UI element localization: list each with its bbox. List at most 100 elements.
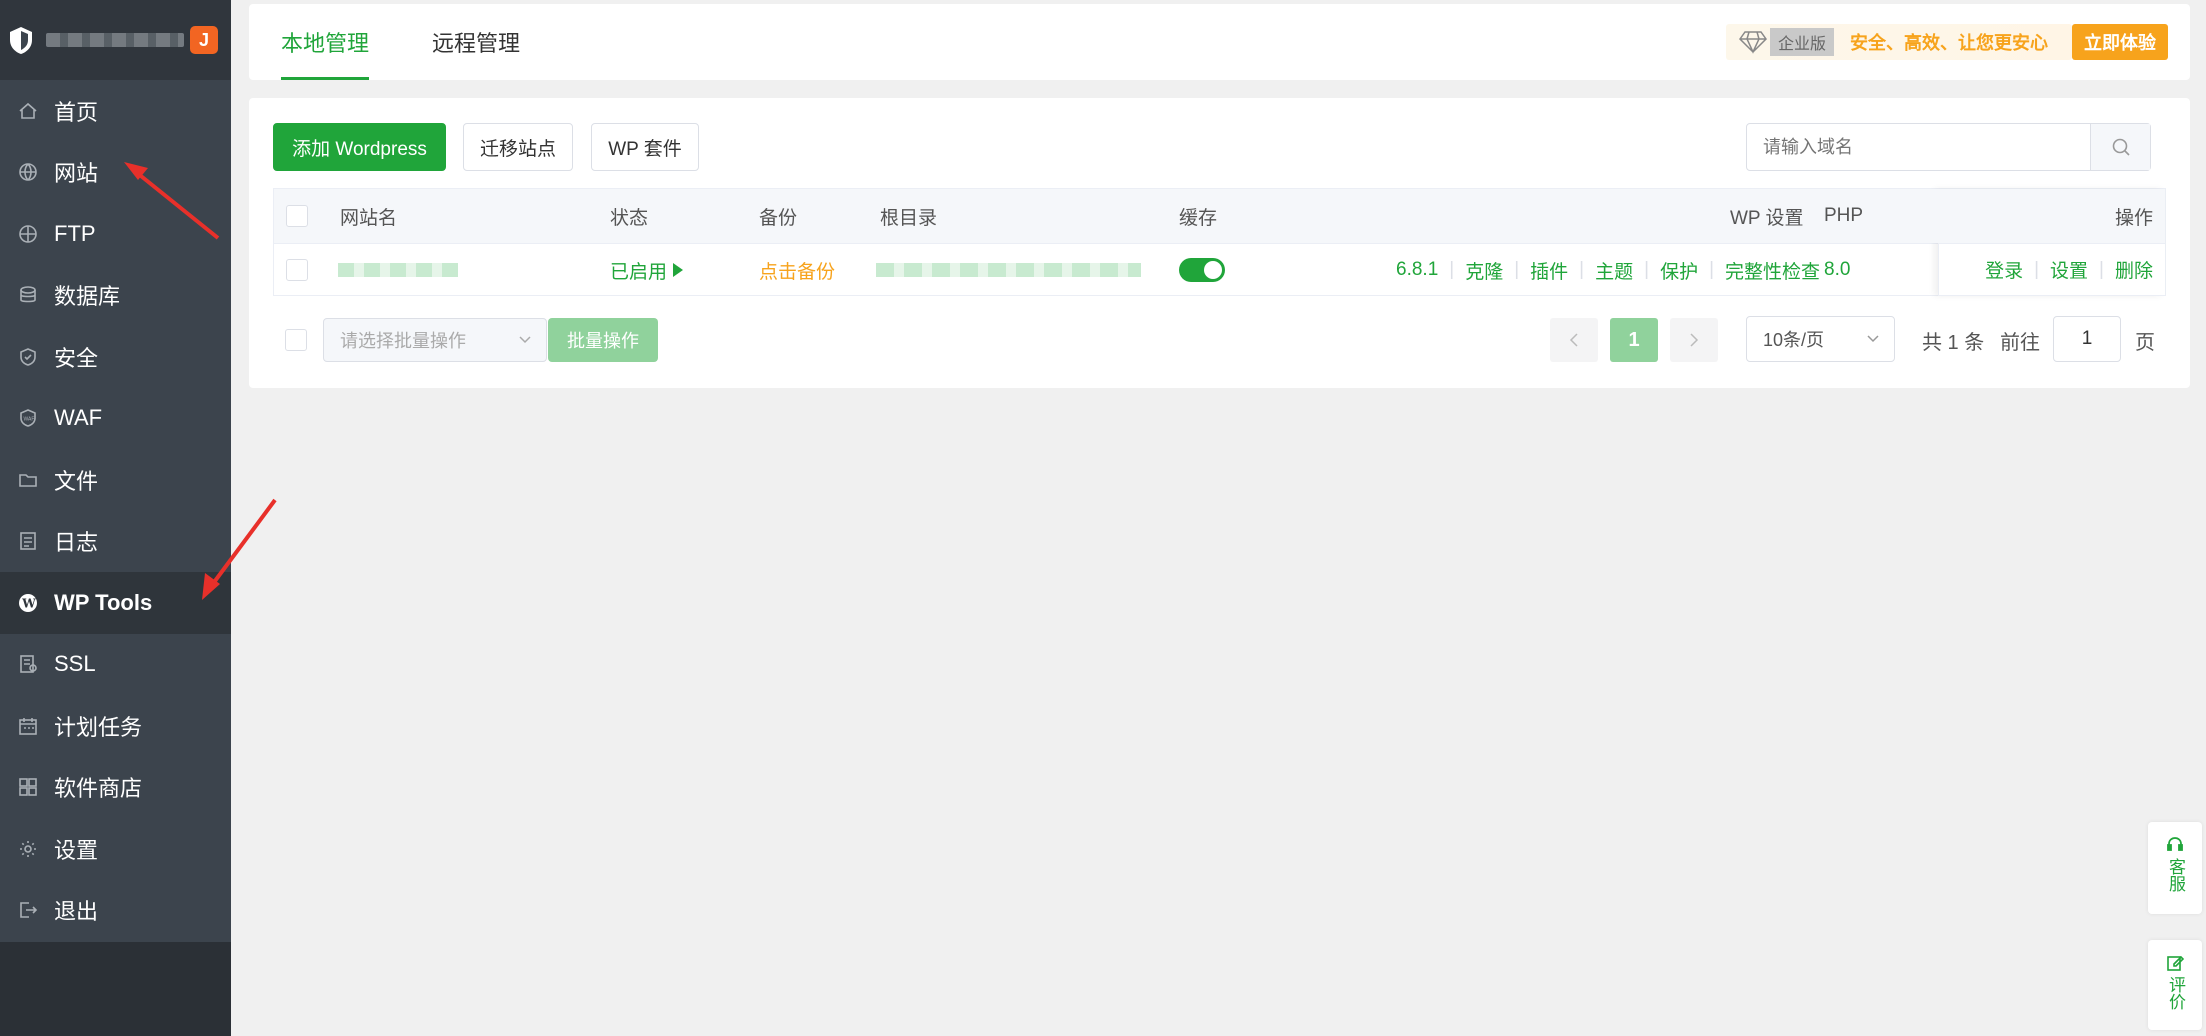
sidebar-item-label: WAF <box>54 405 103 431</box>
select-all-cell <box>286 189 308 243</box>
enterprise-badge: 企业版 <box>1769 28 1834 56</box>
operations-column: 操作 登录 | 设置 | 删除 <box>1927 189 2165 296</box>
sidebar-item-files[interactable]: 文件 <box>0 449 231 511</box>
themes-link[interactable]: 主题 <box>1595 257 1633 284</box>
root-path-blurred[interactable] <box>876 263 1141 277</box>
integrity-check-link[interactable]: 完整性检查 <box>1725 257 1820 284</box>
status-text[interactable]: 已启用 <box>610 257 667 284</box>
server-name-blurred <box>46 33 184 47</box>
search-button[interactable] <box>2090 124 2150 170</box>
page-unit: 页 <box>2135 331 2155 354</box>
sidebar-item-ftp[interactable]: FTP <box>0 203 231 265</box>
plugins-link[interactable]: 插件 <box>1530 257 1568 284</box>
version-badge[interactable]: J <box>190 26 218 54</box>
site-name-blurred[interactable] <box>338 263 458 277</box>
goto-page-input[interactable]: 1 <box>2053 316 2121 362</box>
php-version[interactable]: 8.0 <box>1824 244 1850 296</box>
col-site-name[interactable]: 网站名 <box>340 189 397 243</box>
sidebar-item-database[interactable]: 数据库 <box>0 265 231 327</box>
tab-local-management[interactable]: 本地管理 <box>281 4 370 80</box>
domain-search <box>1746 123 2151 171</box>
service-label: 客服 <box>2166 858 2185 892</box>
footer-select-checkbox[interactable] <box>285 329 307 351</box>
edit-icon <box>2167 955 2184 971</box>
log-icon <box>18 531 38 551</box>
folder-icon <box>18 470 38 490</box>
sidebar-item-wp-tools[interactable]: W WP Tools <box>0 572 231 634</box>
chevron-down-icon <box>519 336 531 344</box>
search-input[interactable] <box>1747 124 2090 170</box>
enterprise-promo: 企业版 安全、高效、让您更安心 立即体验 <box>1725 24 2168 60</box>
delete-link[interactable]: 删除 <box>2115 256 2153 283</box>
search-icon <box>2112 138 2130 156</box>
col-status: 状态 <box>610 207 649 229</box>
logout-icon <box>18 900 38 920</box>
wp-version[interactable]: 6.8.1 <box>1396 259 1438 281</box>
sidebar-item-label: 日志 <box>54 530 99 556</box>
sidebar-item-logs[interactable]: 日志 <box>0 511 231 573</box>
protect-link[interactable]: 保护 <box>1660 257 1698 284</box>
select-all-checkbox[interactable] <box>286 205 308 227</box>
login-link[interactable]: 登录 <box>1985 256 2023 283</box>
prev-page-button[interactable] <box>1550 318 1598 362</box>
batch-select-placeholder: 请选择批量操作 <box>340 331 466 351</box>
col-wp-settings: WP 设置 <box>1730 207 1804 229</box>
sidebar-item-logout[interactable]: 退出 <box>0 880 231 942</box>
sidebar-item-ssl[interactable]: SSL <box>0 634 231 696</box>
chevron-left-icon <box>1569 333 1578 347</box>
page-size-select[interactable]: 10条/页 <box>1746 316 1895 362</box>
batch-operation-select[interactable]: 请选择批量操作 <box>323 318 547 362</box>
try-now-button[interactable]: 立即体验 <box>2072 24 2168 60</box>
table-footer: 请选择批量操作 批量操作 1 10条/页 共 1 条 前往 1 页 <box>273 316 2166 364</box>
root-path-cell[interactable] <box>876 244 1141 296</box>
review-button[interactable]: 评价 <box>2148 940 2202 1030</box>
status-cell[interactable]: 已启用 <box>610 244 684 296</box>
next-page-button[interactable] <box>1670 318 1718 362</box>
goto-label: 前往 <box>2000 331 2040 354</box>
sidebar-item-label: 安全 <box>54 345 99 371</box>
sidebar-item-website[interactable]: 网站 <box>0 142 231 204</box>
migrate-site-button[interactable]: 迁移站点 <box>463 123 573 171</box>
batch-operation-button[interactable]: 批量操作 <box>548 318 658 362</box>
sidebar-item-waf[interactable]: WAF WAF <box>0 388 231 450</box>
sidebar-item-label: 首页 <box>54 99 99 125</box>
grid-icon <box>18 777 38 797</box>
ssl-icon <box>18 654 38 674</box>
wp-settings-cell: 6.8.1 | 克隆 | 插件 | 主题 | 保护 | 完整性检查 <box>1396 244 1820 296</box>
col-backup: 备份 <box>759 207 798 229</box>
col-operations: 操作 <box>1927 189 2153 243</box>
add-wordpress-button[interactable]: 添加 Wordpress <box>273 123 446 171</box>
cache-toggle[interactable] <box>1179 258 1225 282</box>
customer-service-button[interactable]: 客服 <box>2148 822 2202 914</box>
sidebar-item-cron[interactable]: 计划任务 <box>0 695 231 757</box>
clone-link[interactable]: 克隆 <box>1465 257 1503 284</box>
site-table: 网站名 状态 备份 根目录 缓存 WP 设置 PHP 已启用 点击备份 6.8.… <box>273 188 2166 296</box>
sidebar-item-home[interactable]: 首页 <box>0 80 231 142</box>
col-operations-label: 操作 <box>2114 207 2153 229</box>
settings-link[interactable]: 设置 <box>2050 256 2088 283</box>
total-count: 共 1 条 <box>1922 331 1985 354</box>
sidebar-item-label: 计划任务 <box>54 714 143 740</box>
sidebar-item-label: 文件 <box>54 468 99 494</box>
backup-link[interactable]: 点击备份 <box>759 244 835 296</box>
sidebar-item-label: 软件商店 <box>54 776 143 802</box>
sidebar-item-label: 数据库 <box>54 284 121 310</box>
svg-text:W: W <box>21 596 36 610</box>
diamond-icon <box>1739 31 1767 54</box>
wp-kit-button[interactable]: WP 套件 <box>591 123 699 171</box>
sidebar-item-label: SSL <box>54 651 96 677</box>
sidebar-item-store[interactable]: 软件商店 <box>0 757 231 819</box>
tab-remote-management[interactable]: 远程管理 <box>432 4 520 80</box>
sidebar-item-settings[interactable]: 设置 <box>0 818 231 880</box>
shield-check-icon <box>18 347 38 367</box>
chevron-right-icon <box>1690 333 1699 347</box>
globe-icon <box>18 162 38 182</box>
sidebar-item-security[interactable]: 安全 <box>0 326 231 388</box>
row-checkbox[interactable] <box>286 259 308 281</box>
chevron-down-icon <box>1867 335 1879 343</box>
page-1-button[interactable]: 1 <box>1610 318 1658 362</box>
col-root: 根目录 <box>880 207 938 229</box>
site-list-panel: 添加 Wordpress 迁移站点 WP 套件 网站名 状态 备份 根目录 缓存… <box>249 98 2190 388</box>
site-name-cell[interactable] <box>338 244 458 296</box>
home-icon <box>18 101 38 121</box>
